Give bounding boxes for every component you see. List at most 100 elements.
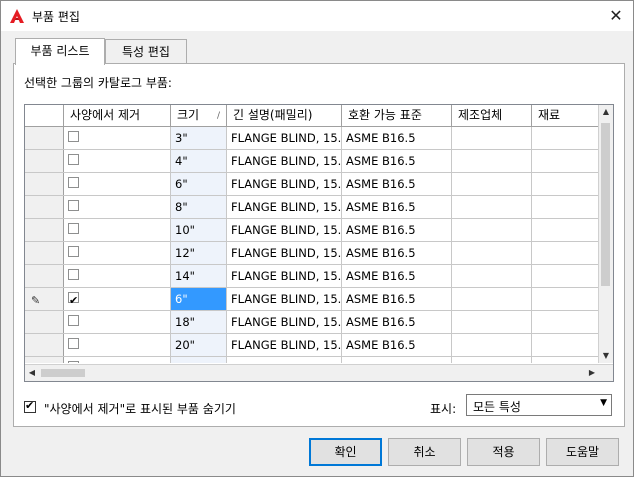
standard-cell[interactable]: ASME B16.5 <box>342 150 452 172</box>
description-cell[interactable]: FLANGE BLIND, 15.. <box>227 196 342 218</box>
apply-button[interactable]: 적용 <box>467 438 540 466</box>
remove-from-spec-checkbox[interactable] <box>68 200 79 211</box>
scroll-up-icon[interactable]: ▲ <box>599 105 613 119</box>
help-button[interactable]: 도움말 <box>546 438 619 466</box>
table-row[interactable]: 12" FLANGE BLIND, 15.. ASME B16.5 <box>25 242 599 265</box>
ok-button[interactable]: 확인 <box>309 438 382 466</box>
description-cell[interactable]: FLANGE BLIND, 15.. <box>227 219 342 241</box>
row-header[interactable] <box>25 265 64 287</box>
column-header-size[interactable]: 크기 / <box>171 105 227 126</box>
remove-from-spec-checkbox[interactable] <box>68 361 79 363</box>
description-cell[interactable]: FLANGE BLIND, 15.. <box>227 265 342 287</box>
material-cell[interactable] <box>532 150 599 172</box>
description-cell[interactable]: FLANGE BLIND, 15.. <box>227 150 342 172</box>
row-header[interactable] <box>25 219 64 241</box>
remove-cell[interactable] <box>64 127 171 149</box>
column-header-remove[interactable]: 사양에서 제거 <box>64 105 171 126</box>
table-row[interactable]: 20" FLANGE BLIND, 15.. ASME B16.5 <box>25 334 599 357</box>
size-cell[interactable]: 3" <box>171 127 227 149</box>
remove-from-spec-checkbox[interactable] <box>68 246 79 257</box>
vertical-scrollbar[interactable]: ▲ ▼ <box>598 105 613 363</box>
remove-from-spec-checkbox[interactable] <box>68 223 79 234</box>
row-header[interactable] <box>25 173 64 195</box>
description-cell[interactable] <box>227 357 342 363</box>
horizontal-scrollbar[interactable]: ◀ ▶ <box>25 364 613 381</box>
row-header[interactable] <box>25 196 64 218</box>
material-cell[interactable] <box>532 334 599 356</box>
manufacturer-cell[interactable] <box>452 265 532 287</box>
size-cell[interactable]: 6" <box>171 173 227 195</box>
material-cell[interactable] <box>532 311 599 333</box>
remove-from-spec-checkbox[interactable] <box>68 177 79 188</box>
material-cell[interactable] <box>532 219 599 241</box>
remove-from-spec-checkbox[interactable] <box>68 338 79 349</box>
scroll-down-icon[interactable]: ▼ <box>599 349 613 363</box>
tab-edit-properties[interactable]: 특성 편집 <box>105 39 187 64</box>
remove-cell[interactable] <box>64 242 171 264</box>
remove-from-spec-checkbox[interactable] <box>68 131 79 142</box>
table-row[interactable]: 4" FLANGE BLIND, 15.. ASME B16.5 <box>25 150 599 173</box>
size-cell[interactable]: 14" <box>171 265 227 287</box>
cancel-button[interactable]: 취소 <box>388 438 461 466</box>
standard-cell[interactable]: ASME B16.5 <box>342 242 452 264</box>
row-header[interactable] <box>25 242 64 264</box>
standard-cell[interactable]: ASME B16.5 <box>342 127 452 149</box>
manufacturer-cell[interactable] <box>452 334 532 356</box>
remove-cell[interactable] <box>64 150 171 172</box>
material-cell[interactable] <box>532 196 599 218</box>
standard-cell[interactable]: ASME B16.5 <box>342 219 452 241</box>
material-cell[interactable] <box>532 242 599 264</box>
table-row[interactable]: 10" FLANGE BLIND, 15.. ASME B16.5 <box>25 219 599 242</box>
size-cell[interactable]: 18" <box>171 311 227 333</box>
show-dropdown[interactable]: 모든 특성 ▼ <box>466 394 612 416</box>
table-row[interactable] <box>25 357 599 363</box>
remove-cell[interactable] <box>64 265 171 287</box>
manufacturer-cell[interactable] <box>452 311 532 333</box>
table-row[interactable]: 18" FLANGE BLIND, 15.. ASME B16.5 <box>25 311 599 334</box>
material-cell[interactable] <box>532 265 599 287</box>
remove-cell[interactable] <box>64 311 171 333</box>
description-cell[interactable]: FLANGE BLIND, 15.. <box>227 311 342 333</box>
size-cell[interactable] <box>171 357 227 363</box>
size-cell[interactable]: 4" <box>171 150 227 172</box>
standard-cell[interactable]: ASME B16.5 <box>342 265 452 287</box>
standard-cell[interactable]: ASME B16.5 <box>342 311 452 333</box>
table-row[interactable]: 8" FLANGE BLIND, 15.. ASME B16.5 <box>25 196 599 219</box>
table-row[interactable]: 14" FLANGE BLIND, 15.. ASME B16.5 <box>25 265 599 288</box>
table-row[interactable]: ✎ 6"FLANGE BLIND, 15..ASME B16.5 <box>25 288 599 311</box>
row-header[interactable] <box>25 150 64 172</box>
close-button[interactable]: ✕ <box>605 5 627 27</box>
size-cell[interactable]: 8" <box>171 196 227 218</box>
manufacturer-cell[interactable] <box>452 196 532 218</box>
table-row[interactable]: 3" FLANGE BLIND, 15.. ASME B16.5 <box>25 127 599 150</box>
manufacturer-cell[interactable] <box>452 242 532 264</box>
remove-cell[interactable] <box>64 334 171 356</box>
horizontal-scroll-thumb[interactable] <box>41 369 85 377</box>
description-cell[interactable]: FLANGE BLIND, 15.. <box>227 288 342 310</box>
description-cell[interactable]: FLANGE BLIND, 15.. <box>227 242 342 264</box>
manufacturer-cell[interactable] <box>452 150 532 172</box>
hide-removed-checkbox[interactable] <box>24 399 36 413</box>
column-header-description[interactable]: 긴 설명(패밀리) <box>227 105 342 126</box>
description-cell[interactable]: FLANGE BLIND, 15.. <box>227 173 342 195</box>
vertical-scroll-thumb[interactable] <box>601 123 610 286</box>
remove-cell[interactable] <box>64 288 171 310</box>
tab-parts-list[interactable]: 부품 리스트 <box>15 38 105 65</box>
row-header[interactable]: ✎ <box>25 288 64 310</box>
description-cell[interactable]: FLANGE BLIND, 15.. <box>227 127 342 149</box>
row-header[interactable] <box>25 334 64 356</box>
table-row[interactable]: 6" FLANGE BLIND, 15.. ASME B16.5 <box>25 173 599 196</box>
material-cell[interactable] <box>532 173 599 195</box>
manufacturer-cell[interactable] <box>452 288 532 310</box>
size-cell[interactable]: 10" <box>171 219 227 241</box>
remove-cell[interactable] <box>64 357 171 363</box>
remove-cell[interactable] <box>64 219 171 241</box>
manufacturer-cell[interactable] <box>452 173 532 195</box>
row-header[interactable] <box>25 357 64 363</box>
manufacturer-cell[interactable] <box>452 127 532 149</box>
row-header[interactable] <box>25 311 64 333</box>
standard-cell[interactable] <box>342 357 452 363</box>
remove-from-spec-checkbox[interactable] <box>68 269 79 280</box>
size-cell[interactable]: 12" <box>171 242 227 264</box>
standard-cell[interactable]: ASME B16.5 <box>342 334 452 356</box>
